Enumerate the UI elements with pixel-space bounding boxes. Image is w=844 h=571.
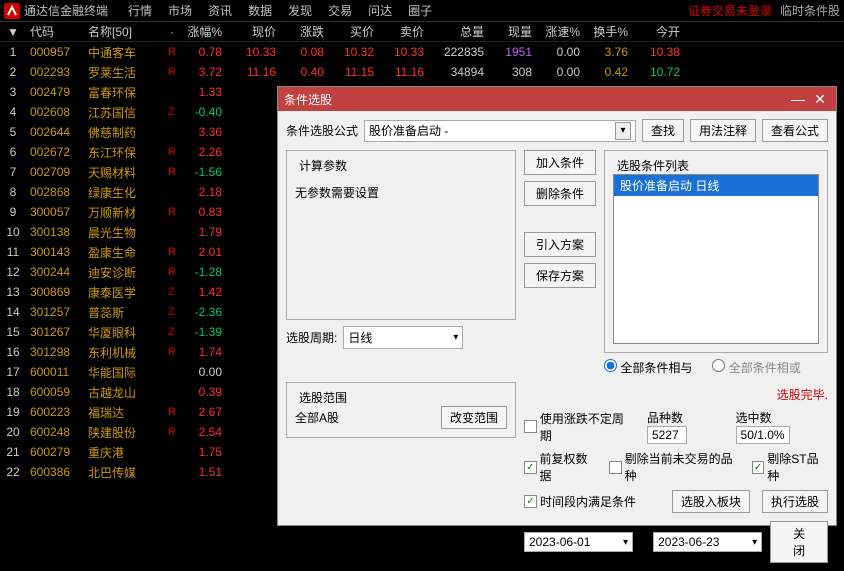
mode-status: 临时条件股 [780, 2, 840, 19]
table-header: ▼ 代码 名称[50] · 涨幅% 现价 涨跌 买价 卖价 总量 现量 涨速% … [0, 22, 844, 42]
menu-item[interactable]: 圈子 [408, 2, 432, 19]
th-bid[interactable]: 买价 [328, 23, 378, 40]
count-label: 品种数 [647, 411, 683, 425]
th-cur[interactable]: 现量 [488, 23, 536, 40]
th-name[interactable]: 名称[50] [84, 23, 164, 40]
th-idx: ▼ [0, 25, 26, 39]
th-price[interactable]: 现价 [226, 23, 280, 40]
sel-label: 选中数 [736, 411, 772, 425]
period-select[interactable]: 日线 ▾ [343, 326, 463, 349]
rm-notrading-checkbox[interactable]: 剔除当前未交易的品种 [609, 450, 740, 484]
menu-item[interactable]: 资讯 [208, 2, 232, 19]
time-cond-checkbox[interactable]: ✓时间段内满足条件 [524, 493, 636, 510]
th-pct[interactable]: 涨幅% [178, 23, 226, 40]
menu-right: 证券交易未登录 临时条件股 [688, 2, 840, 19]
app-logo [4, 3, 20, 19]
no-params-text: 无参数需要设置 [295, 184, 507, 201]
fq-checkbox[interactable]: ✓前复权数据 [524, 450, 597, 484]
range-value: 全部A股 [295, 409, 339, 426]
menu-item[interactable]: 发现 [288, 2, 312, 19]
add-cond-button[interactable]: 加入条件 [524, 150, 596, 175]
status-text: 选股完毕. [524, 386, 828, 403]
formula-label: 条件选股公式 [286, 122, 358, 139]
menubar: 通达信金融终端 行情市场资讯数据发现交易问达圈子 证券交易未登录 临时条件股 [0, 0, 844, 22]
del-cond-button[interactable]: 删除条件 [524, 181, 596, 206]
th-code[interactable]: 代码 [26, 23, 84, 40]
login-status[interactable]: 证券交易未登录 [688, 2, 772, 19]
th-chg[interactable]: 涨跌 [280, 23, 328, 40]
to-block-button[interactable]: 选股入板块 [672, 490, 750, 513]
exec-button[interactable]: 执行选股 [762, 490, 828, 513]
date-from[interactable]: 2023-06-01▾ [524, 532, 633, 552]
range-fieldset: 选股范围 全部A股 改变范围 [286, 382, 516, 438]
table-row[interactable]: 2002293罗莱生活R3.7211.160.4011.1511.1634894… [0, 62, 844, 82]
change-range-button[interactable]: 改变范围 [441, 406, 507, 429]
table-row[interactable]: 1000957中通客车R0.7810.330.0810.3210.3322283… [0, 42, 844, 62]
chevron-down-icon: ▾ [623, 537, 628, 548]
uncertain-checkbox[interactable]: 使用涨跌不定周期 [524, 410, 635, 444]
count-value: 5227 [647, 426, 687, 444]
dialog-titlebar[interactable]: 条件选股 — ✕ [278, 87, 836, 111]
chevron-down-icon: ▾ [752, 537, 757, 548]
th-ask[interactable]: 卖价 [378, 23, 428, 40]
radio-or[interactable]: 全部条件相或 [712, 359, 800, 376]
dialog-title: 条件选股 [284, 91, 788, 108]
menu-item[interactable]: 问达 [368, 2, 392, 19]
close-icon[interactable]: ✕ [810, 90, 830, 108]
menu-item[interactable]: 数据 [248, 2, 272, 19]
date-to[interactable]: 2023-06-23▾ [653, 532, 762, 552]
radio-and[interactable]: 全部条件相与 [604, 359, 692, 376]
app-title: 通达信金融终端 [24, 2, 108, 19]
chevron-down-icon[interactable]: ▾ [453, 332, 458, 343]
th-spd[interactable]: 涨速% [536, 23, 584, 40]
formula-select[interactable]: 股价准备启动 - ▾ [364, 120, 636, 142]
cond-list-fieldset: 选股条件列表 股价准备启动 日线 [604, 150, 828, 353]
minimize-icon[interactable]: — [788, 90, 808, 108]
menu-items: 行情市场资讯数据发现交易问达圈子 [128, 2, 432, 19]
calc-params-fieldset: 计算参数 无参数需要设置 [286, 150, 516, 320]
save-plan-button[interactable]: 保存方案 [524, 263, 596, 288]
chevron-down-icon[interactable]: ▾ [615, 122, 631, 140]
formula-value: 股价准备启动 - [369, 122, 448, 139]
menu-item[interactable]: 交易 [328, 2, 352, 19]
find-button[interactable]: 查找 [642, 119, 684, 142]
th-turn[interactable]: 换手% [584, 23, 632, 40]
import-plan-button[interactable]: 引入方案 [524, 232, 596, 257]
menu-item[interactable]: 市场 [168, 2, 192, 19]
th-open[interactable]: 今开 [632, 23, 684, 40]
date-sep: - [641, 535, 645, 549]
sel-value: 50/1.0% [736, 426, 790, 444]
usage-button[interactable]: 用法注释 [690, 119, 756, 142]
cond-list[interactable]: 股价准备启动 日线 [613, 174, 819, 344]
condition-dialog: 条件选股 — ✕ 条件选股公式 股价准备启动 - ▾ 查找 用法注释 查看公式 … [277, 86, 837, 526]
menu-item[interactable]: 行情 [128, 2, 152, 19]
period-label: 选股周期: [286, 329, 337, 346]
view-formula-button[interactable]: 查看公式 [762, 119, 828, 142]
rm-st-checkbox[interactable]: ✓剔除ST品种 [752, 450, 828, 484]
cond-item[interactable]: 股价准备启动 日线 [614, 175, 818, 196]
th-flag: · [164, 25, 178, 39]
range-fieldset-label: 选股范围 [295, 389, 351, 406]
close-button[interactable]: 关闭 [770, 521, 828, 563]
th-vol[interactable]: 总量 [428, 23, 488, 40]
cond-list-label: 选股条件列表 [613, 157, 693, 174]
calc-params-label: 计算参数 [295, 157, 351, 174]
dialog-body: 条件选股公式 股价准备启动 - ▾ 查找 用法注释 查看公式 计算参数 无参数需… [278, 111, 836, 571]
